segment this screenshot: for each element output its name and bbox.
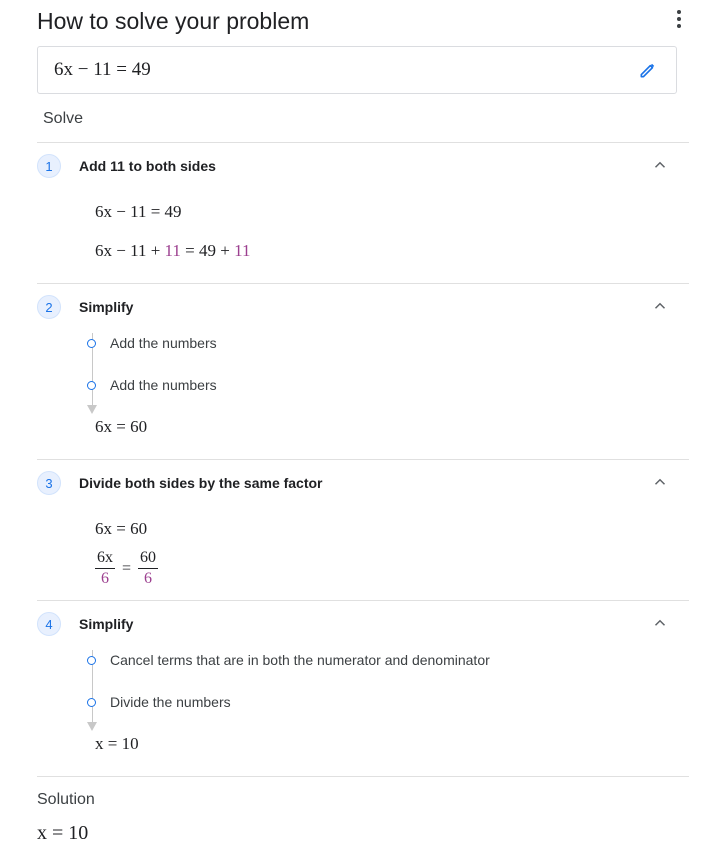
substep-dot bbox=[87, 698, 96, 707]
substep-dot bbox=[87, 381, 96, 390]
fraction: 60 6 bbox=[138, 548, 159, 589]
step-number-badge: 4 bbox=[37, 612, 61, 636]
substep-item[interactable]: Divide the numbers bbox=[110, 694, 231, 710]
solution-label: Solution bbox=[37, 791, 95, 808]
pencil-icon[interactable] bbox=[638, 60, 658, 80]
arrow-down-icon bbox=[87, 722, 97, 731]
step-title[interactable]: Simplify bbox=[79, 616, 133, 632]
step-title[interactable]: Simplify bbox=[79, 299, 133, 315]
arrow-down-icon bbox=[87, 405, 97, 414]
fraction: 6x 6 bbox=[95, 548, 115, 589]
equation-part: 6x − 11 + bbox=[95, 241, 165, 260]
divider bbox=[37, 459, 689, 460]
denominator: 6 bbox=[144, 570, 153, 587]
step-result: 6x = 60 bbox=[95, 417, 148, 436]
fraction-equation: 6x 6 = 60 6 bbox=[95, 548, 159, 589]
chevron-up-icon[interactable] bbox=[651, 297, 669, 315]
step-number-badge: 1 bbox=[37, 154, 61, 178]
substep-item[interactable]: Cancel terms that are in both the numera… bbox=[110, 652, 490, 668]
chevron-up-icon[interactable] bbox=[651, 473, 669, 491]
chevron-up-icon[interactable] bbox=[651, 614, 669, 632]
problem-equation: 6x − 11 = 49 bbox=[54, 59, 151, 80]
solution-equation: x = 10 bbox=[37, 822, 89, 844]
highlighted-term: 11 bbox=[164, 241, 181, 260]
divider bbox=[37, 600, 689, 601]
divider bbox=[37, 776, 689, 777]
substep-item[interactable]: Add the numbers bbox=[110, 335, 217, 351]
chevron-up-icon[interactable] bbox=[651, 156, 669, 174]
page-title: How to solve your problem bbox=[37, 8, 310, 34]
substep-item[interactable]: Add the numbers bbox=[110, 377, 217, 393]
divider bbox=[37, 283, 689, 284]
step-title[interactable]: Divide both sides by the same factor bbox=[79, 475, 323, 491]
step-title[interactable]: Add 11 to both sides bbox=[79, 158, 216, 174]
equation-line: 6x − 11 + 11 = 49 + 11 bbox=[95, 241, 250, 261]
step-result: x = 10 bbox=[95, 734, 139, 753]
equation-line: 6x = 60 bbox=[95, 519, 148, 538]
divider bbox=[37, 142, 689, 143]
substep-dot bbox=[87, 339, 96, 348]
substep-dot bbox=[87, 656, 96, 665]
equation-part: = 49 + bbox=[180, 241, 235, 260]
step-number-badge: 3 bbox=[37, 471, 61, 495]
solve-label: Solve bbox=[43, 110, 84, 127]
denominator: 6 bbox=[101, 570, 109, 587]
problem-input-box[interactable]: 6x − 11 = 49 bbox=[37, 46, 677, 94]
equation-line: 6x − 11 = 49 bbox=[95, 202, 182, 221]
equals-sign: = bbox=[122, 559, 132, 577]
numerator: 6x bbox=[95, 548, 115, 569]
numerator: 60 bbox=[138, 548, 159, 569]
step-number-badge: 2 bbox=[37, 295, 61, 319]
more-vert-icon[interactable] bbox=[668, 8, 690, 30]
highlighted-term: 11 bbox=[234, 241, 251, 260]
